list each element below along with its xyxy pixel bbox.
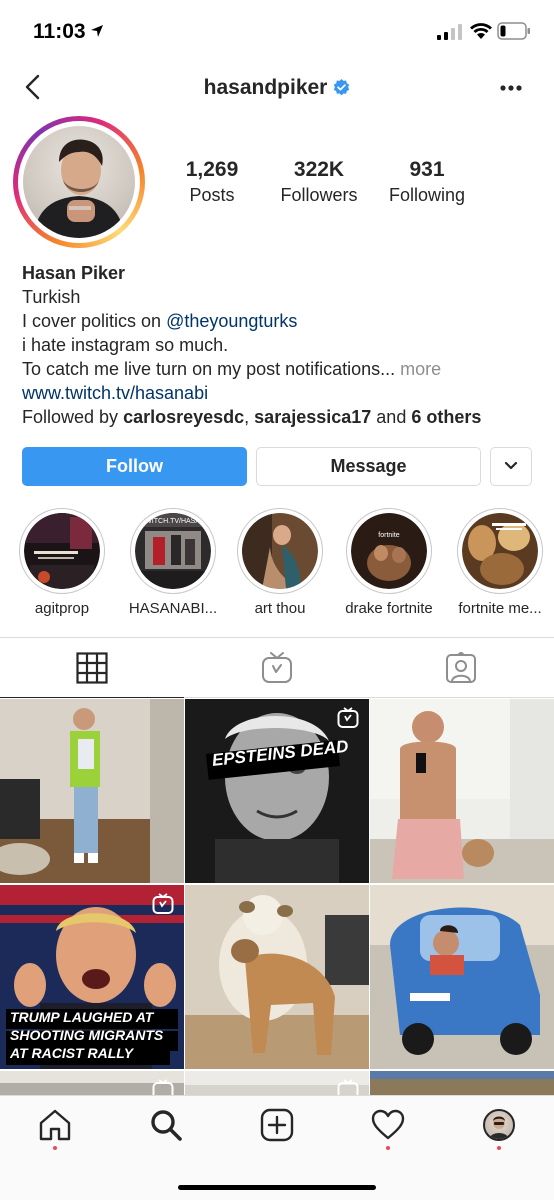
post-thumbnail[interactable]	[370, 885, 554, 1069]
posts-count-label: Posts	[189, 185, 235, 205]
followers-count[interactable]: 322K Followers	[259, 158, 379, 206]
profile-bio: Hasan Piker Turkish I cover politics on …	[22, 261, 542, 429]
following-count-value: 931	[409, 158, 445, 181]
highlight-hasanabi[interactable]: TWITCH.TV/HASAN HASANABI...	[123, 508, 223, 617]
highlight-cover: fortnite	[351, 513, 427, 589]
posts-count[interactable]: 1,269 Posts	[152, 158, 272, 206]
followed-by-others: 6 others	[411, 407, 482, 427]
highlight-label: art thou	[254, 600, 306, 617]
chevron-down-icon	[504, 461, 518, 470]
highlight-label: HASANABI...	[128, 600, 218, 617]
avatar-photo	[23, 126, 135, 238]
highlight-label: fortnite me...	[458, 600, 542, 617]
follow-button[interactable]: Follow	[22, 447, 247, 486]
posts-grid: EPSTEINS DEAD TRUMP LAUGHED AT SHOOTING …	[0, 699, 554, 1099]
posts-count-value: 1,269	[185, 158, 239, 181]
active-tab-indicator	[0, 697, 184, 698]
highlight-banner-text: TWITCH.TV/HASAN	[141, 518, 205, 525]
post-thumbnail[interactable]	[370, 699, 554, 883]
post-thumbnail[interactable]	[0, 699, 184, 883]
add-icon[interactable]	[260, 1108, 294, 1142]
highlight-art-thou[interactable]: art thou	[230, 508, 330, 617]
followers-count-value: 322K	[293, 158, 345, 181]
verified-badge-icon	[334, 79, 350, 96]
website-link[interactable]: www.twitch.tv/hasanabi	[22, 381, 542, 405]
location-arrow-icon	[91, 25, 103, 37]
grid-icon[interactable]	[76, 652, 108, 684]
status-time: 11:03	[33, 20, 86, 43]
highlight-label: agitprop	[34, 600, 90, 617]
post-thumbnail[interactable]: EPSTEINS DEAD	[185, 699, 369, 883]
tabs-divider	[0, 637, 554, 638]
battery-icon	[497, 22, 530, 40]
highlight-cover: TWITCH.TV/HASAN	[135, 513, 211, 589]
status-bar: 11:03	[0, 0, 554, 66]
followed-by-and: and	[371, 407, 412, 427]
suggested-accounts-button[interactable]	[490, 447, 532, 486]
wifi-icon	[470, 23, 492, 39]
highlight-drake-fortnite[interactable]: fortnite drake fortnite	[339, 508, 439, 617]
following-count[interactable]: 931 Following	[367, 158, 487, 206]
username-title: hasandpiker	[203, 76, 328, 99]
post-caption-line-2: SHOOTING MIGRANTS	[10, 1027, 164, 1043]
igtv-badge-icon	[337, 707, 359, 728]
tabs-divider-bottom	[184, 697, 554, 698]
bio-line-4: To catch me live turn on my post notific…	[22, 357, 542, 381]
bio-line-2: I cover politics on @theyoungturks	[22, 309, 542, 333]
profile-avatar[interactable]	[13, 116, 145, 248]
post-caption-line-3: AT RACIST RALLY	[10, 1045, 134, 1061]
message-button[interactable]: Message	[256, 447, 481, 486]
bio-line-1: Turkish	[22, 287, 81, 307]
profile-name: Hasan Piker	[22, 263, 126, 283]
more-options-icon[interactable]	[500, 85, 522, 91]
profile-icon[interactable]	[483, 1109, 515, 1141]
followed-by[interactable]: Followed by carlosreyesdc, sarajessica17…	[22, 405, 542, 429]
activity-notification-dot	[386, 1146, 390, 1150]
followed-by-separator: ,	[244, 407, 255, 427]
followed-by-prefix: Followed by	[22, 407, 124, 427]
home-indicator	[178, 1185, 376, 1190]
igtv-icon[interactable]	[261, 652, 293, 684]
highlight-label: drake fortnite	[345, 600, 433, 617]
bottom-navigation	[0, 1095, 554, 1200]
bio-more-link[interactable]: more	[395, 359, 441, 379]
mention-link[interactable]: @theyoungturks	[166, 311, 297, 331]
highlight-fortnite-memes[interactable]: fortnite me...	[450, 508, 550, 617]
cellular-signal-icon	[437, 24, 462, 40]
tagged-icon[interactable]	[445, 652, 477, 684]
followed-by-user-2: sarajessica17	[254, 407, 372, 427]
post-thumbnail[interactable]: TRUMP LAUGHED AT SHOOTING MIGRANTS AT RA…	[0, 885, 184, 1069]
following-count-label: Following	[388, 185, 466, 205]
bio-line-2-text: I cover politics on	[22, 311, 167, 331]
highlight-cover	[462, 513, 538, 589]
post-thumbnail[interactable]	[185, 885, 369, 1069]
highlight-cover	[24, 513, 100, 589]
home-notification-dot	[53, 1146, 57, 1150]
highlight-cover	[242, 513, 318, 589]
followed-by-user-1: carlosreyesdc	[123, 407, 245, 427]
igtv-badge-icon	[152, 893, 174, 914]
search-icon[interactable]	[149, 1108, 183, 1142]
bio-line-4-text: To catch me live turn on my post notific…	[22, 359, 396, 379]
home-icon[interactable]	[38, 1108, 72, 1142]
profile-notification-dot	[497, 1146, 501, 1150]
highlight-agitprop[interactable]: agitprop	[12, 508, 112, 617]
profile-header: hasandpiker	[0, 76, 554, 100]
heart-icon[interactable]	[371, 1108, 405, 1142]
followers-count-label: Followers	[280, 185, 358, 205]
bio-line-3: i hate instagram so much.	[22, 335, 229, 355]
highlight-overlay-text: fortnite	[378, 532, 400, 539]
post-caption-line-1: TRUMP LAUGHED AT	[10, 1009, 154, 1025]
